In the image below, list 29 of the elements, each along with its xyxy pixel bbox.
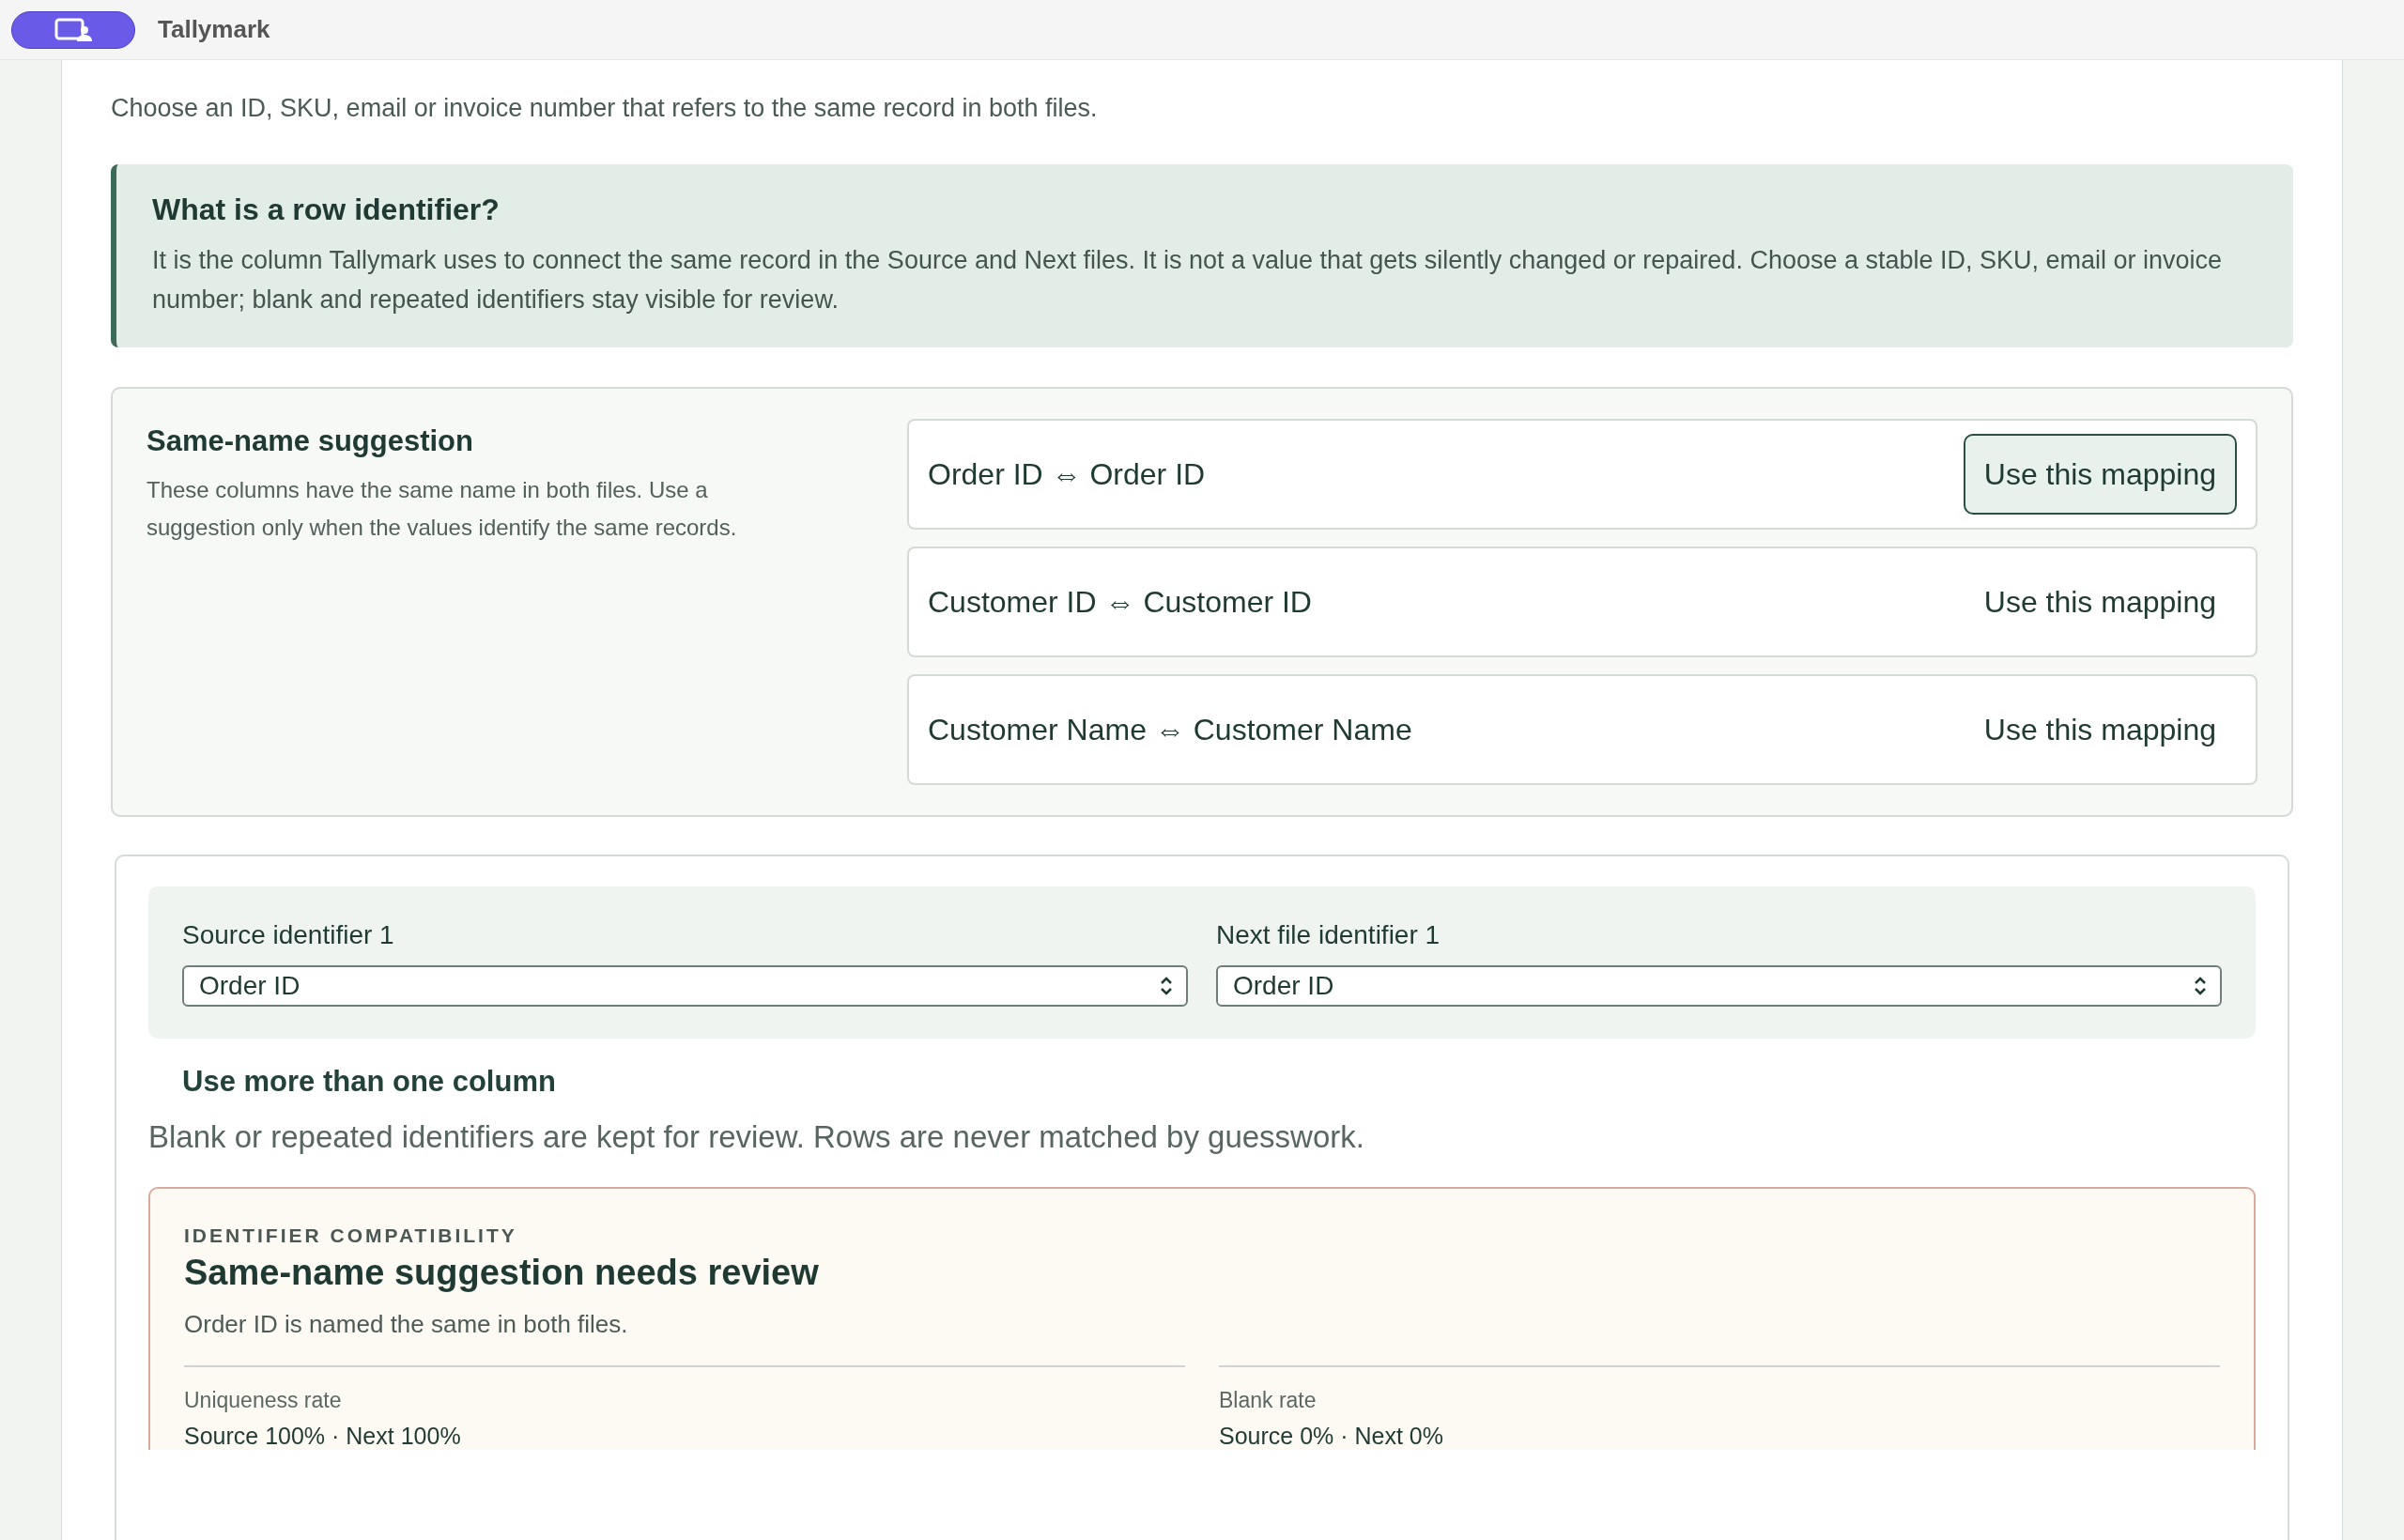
metric-value: Source 0% · Next 0% <box>1219 1423 1444 1450</box>
callout-title: What is a row identifier? <box>152 192 501 227</box>
callout-body: It is the column Tallymark uses to connect the same record in the Source and Next files. It is not a value that gets silently changed or repaired. Choose a stable ID, SKU, email or invoice number; blank and repeated identifiers stay visible for review. <box>152 245 2224 316</box>
mapping-pair: Order ID ⇔ Order ID <box>928 456 1206 492</box>
chevrons-icon <box>1160 975 1173 997</box>
use-mapping-button[interactable]: Use this mapping <box>1963 562 2237 642</box>
metric-value: Source 100% · Next 100% <box>184 1423 462 1450</box>
field-label: Source identifier 1 <box>182 920 395 950</box>
review-eyebrow: IDENTIFIER COMPATIBILITY <box>184 1224 518 1247</box>
use-mapping-button[interactable]: Use this mapping <box>1963 434 2237 515</box>
note-text: Blank or repeated identifiers are kept for review. Rows are never matched by guesswork. <box>148 1119 1365 1155</box>
use-mapping-button[interactable]: Use this mapping <box>1963 689 2237 770</box>
identifier-select[interactable]: Order ID <box>1216 965 2222 1007</box>
app-switcher-button[interactable] <box>11 10 135 49</box>
field-label: Next file identifier 1 <box>1216 920 1441 950</box>
screen-user-icon <box>54 17 92 42</box>
mapping-pair: Customer ID ⇔ Customer ID <box>928 584 1312 620</box>
review-description: Order ID is named the same in both files. <box>184 1310 629 1339</box>
chevrons-icon <box>2194 975 2207 997</box>
metric-label: Uniqueness rate <box>184 1388 343 1413</box>
metric-label: Blank rate <box>1219 1388 1318 1413</box>
review-title: Same-name suggestion needs review <box>184 1253 820 1293</box>
more-columns-toggle[interactable]: Use more than one column <box>182 1065 2222 1099</box>
suggestion-description: These columns have the same name in both files. Use a suggestion only when the values identify the same records. <box>146 476 738 542</box>
mapping-pair: Customer Name ⇔ Customer Name <box>928 712 1412 747</box>
app-title: Tallymark <box>158 15 270 44</box>
identifier-select[interactable]: Order ID <box>182 965 1188 1007</box>
suggestion-title: Same-name suggestion <box>146 424 474 458</box>
intro-text: Choose an ID, SKU, email or invoice number that refers to the same record in both files. <box>111 94 1099 123</box>
